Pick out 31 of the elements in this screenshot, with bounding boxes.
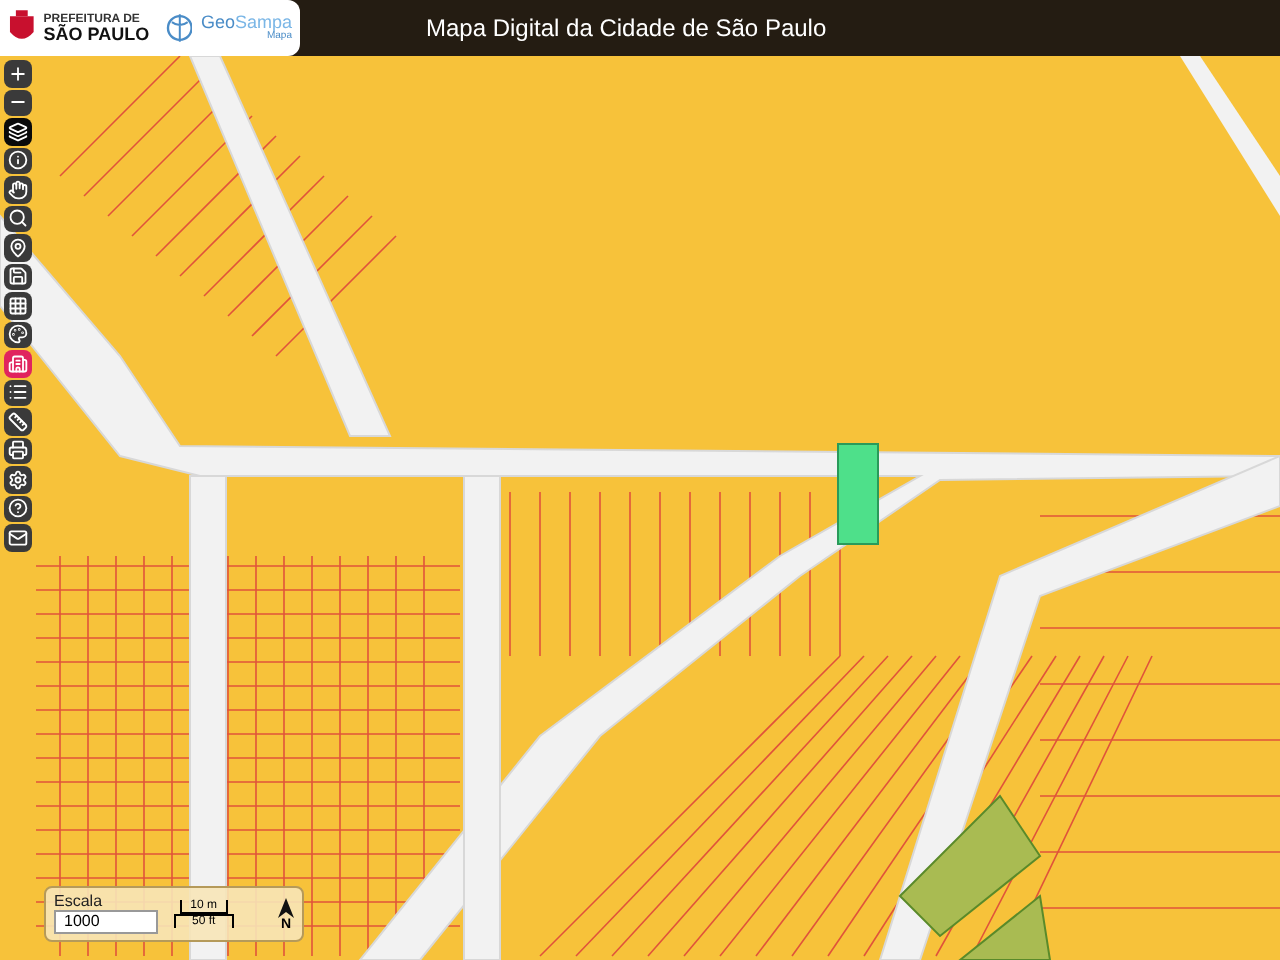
mail-tool[interactable] (4, 524, 32, 551)
search-icon (8, 208, 28, 229)
grid-tool[interactable] (4, 292, 32, 319)
scale-label: Escala (54, 894, 105, 910)
zoom-in-icon (8, 63, 28, 84)
list-icon (8, 382, 28, 403)
layers-tool[interactable] (4, 118, 32, 145)
pin-tool[interactable] (4, 234, 32, 261)
layers-icon (8, 121, 28, 142)
zoom-in-tool[interactable] (4, 60, 32, 87)
hand-icon (8, 179, 28, 200)
north-arrow-icon (278, 897, 294, 917)
building-tool[interactable] (4, 350, 32, 377)
page-title: Mapa Digital da Cidade de São Paulo (426, 12, 827, 46)
pin-icon (8, 237, 28, 258)
scale-input[interactable]: 1000 (54, 910, 158, 934)
settings-tool[interactable] (4, 466, 32, 493)
settings-icon (8, 469, 28, 490)
palette-icon (8, 324, 28, 345)
ruler-tool[interactable] (4, 408, 32, 435)
building-icon (8, 353, 28, 374)
hand-tool[interactable] (4, 176, 32, 203)
info-icon (8, 150, 28, 171)
ruler-icon (8, 411, 28, 432)
grid-icon (8, 295, 28, 316)
mail-icon (8, 527, 28, 548)
app-name: GeoSampa (200, 14, 292, 32)
printer-icon (8, 440, 28, 461)
city-name: SÃO PAULO (43, 25, 150, 43)
globe-logo-icon (165, 12, 193, 44)
help-icon (8, 498, 28, 519)
